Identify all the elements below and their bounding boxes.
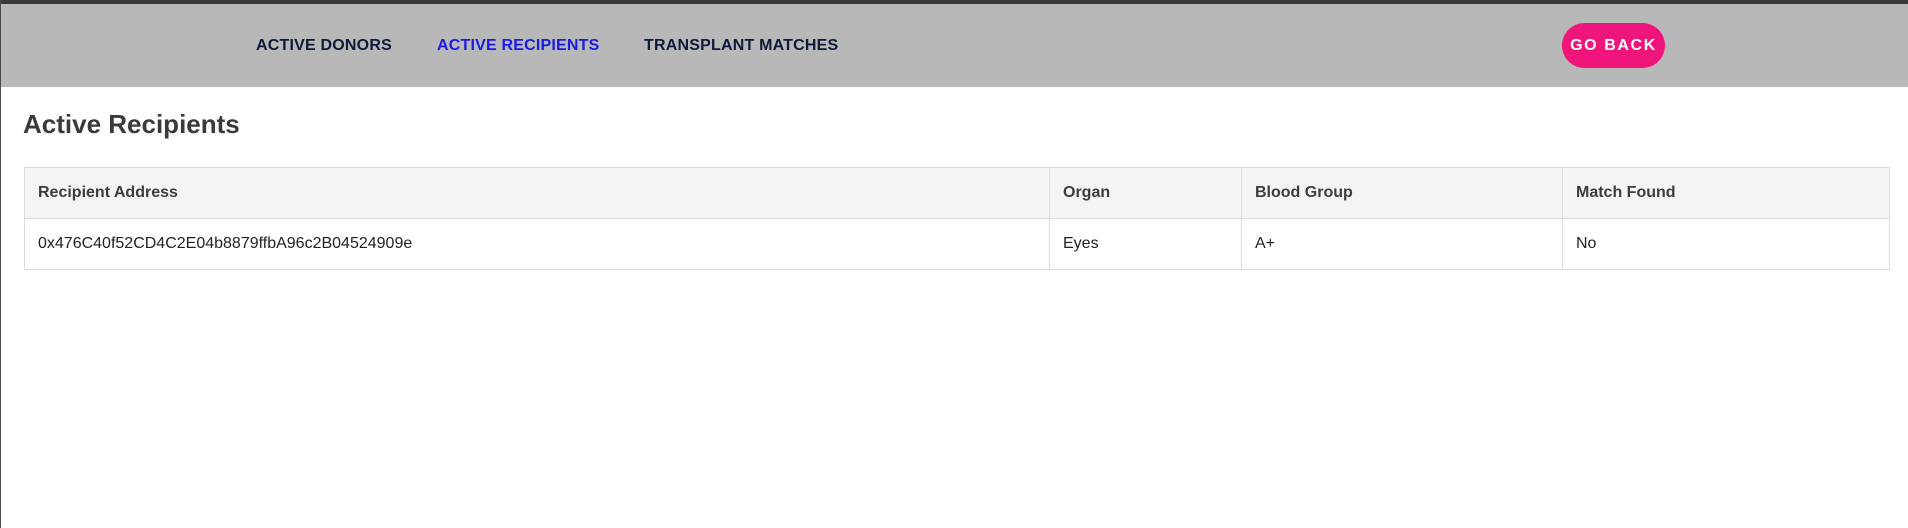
nav-link-transplant-matches[interactable]: TRANSPLANT MATCHES [644, 37, 838, 55]
cell-recipient-address: 0x476C40f52CD4C2E04b8879ffbA96c2B0452490… [24, 218, 1050, 270]
page-title: Active Recipients [23, 109, 240, 139]
nav-link-active-recipients[interactable]: ACTIVE RECIPIENTS [437, 37, 600, 55]
table-row: 0x476C40f52CD4C2E04b8879ffbA96c2B0452490… [24, 218, 1890, 270]
header-blood-group: Blood Group [1241, 167, 1563, 219]
cell-match-found: No [1562, 218, 1890, 270]
header-organ: Organ [1049, 167, 1242, 219]
cell-organ: Eyes [1049, 218, 1242, 270]
recipients-table: Recipient Address Organ Blood Group Matc… [24, 167, 1890, 270]
nav-link-active-donors[interactable]: ACTIVE DONORS [256, 37, 392, 55]
cell-blood-group: A+ [1241, 218, 1563, 270]
header-match-found: Match Found [1562, 167, 1890, 219]
navbar: ACTIVE DONORS ACTIVE RECIPIENTS TRANSPLA… [1, 4, 1908, 87]
go-back-button[interactable]: GO BACK [1562, 23, 1665, 68]
table-header-row: Recipient Address Organ Blood Group Matc… [24, 167, 1890, 219]
header-recipient-address: Recipient Address [24, 167, 1050, 219]
